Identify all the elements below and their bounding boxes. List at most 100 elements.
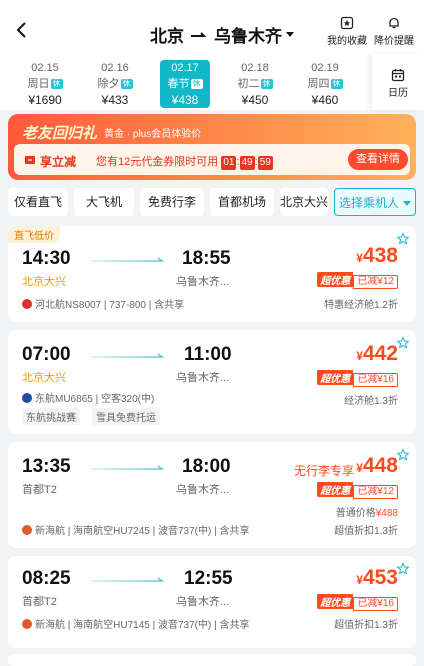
promo-subtitle: 黄金 · plus会员体验价 <box>104 129 202 140</box>
currency-symbol: ¥ <box>356 573 363 587</box>
super-discount-label: 超优惠 <box>317 482 354 497</box>
departure-airport: 首都T2 <box>22 484 57 496</box>
star-icon[interactable] <box>396 562 410 576</box>
bell-icon <box>389 17 399 29</box>
price-value: 442 <box>362 342 398 365</box>
date-tab-0218[interactable]: 02.18 初二休 ¥450 <box>230 60 280 108</box>
airline-info: 东航MU6865 | 空客320(中) <box>22 390 154 405</box>
holiday-badge: 休 <box>330 79 343 89</box>
holiday-badge: 休 <box>120 79 133 89</box>
flight-price: ¥448 <box>356 454 398 478</box>
arrival-airport: 乌鲁木齐... <box>176 596 230 608</box>
currency-symbol: ¥ <box>356 349 363 363</box>
departure-time: 08:25 <box>22 568 71 589</box>
coupon-desc: 您有12元代金券限时可用 <box>96 156 219 168</box>
regular-price-value: ¥488 <box>375 508 398 519</box>
currency-symbol: ¥ <box>356 461 363 475</box>
date-label: 02.17 <box>171 62 199 74</box>
weekday-label: 初二 <box>237 78 260 90</box>
cabin-class: 超值折扣1.3折 <box>334 526 398 537</box>
view-details-button[interactable]: 查看详情 <box>348 149 408 170</box>
flight-card[interactable]: 07:00 北京大兴 11:00 乌鲁木齐... ¥442 超优惠 已减¥16 东… <box>8 330 416 434</box>
departure-airport: 首都T2 <box>22 596 57 608</box>
filter-daxing[interactable]: 北京大兴 <box>280 188 328 216</box>
date-price: ¥450 <box>241 93 269 107</box>
star-icon[interactable] <box>396 448 410 462</box>
coupon-icon <box>25 156 35 164</box>
arrival-time: 12:55 <box>184 568 233 589</box>
arrival-time: 18:00 <box>182 456 231 477</box>
arrival-airport: 乌鲁木齐... <box>176 372 230 384</box>
currency-symbol: ¥ <box>356 251 363 265</box>
calendar-button[interactable]: 日历 <box>372 54 424 110</box>
flight-card[interactable]: 13:35 首都T2 18:00 乌鲁木齐... 无行李专享 ¥448 超优惠已… <box>8 442 416 548</box>
countdown-hours: 01 <box>221 156 237 170</box>
date-price: ¥433 <box>101 93 129 107</box>
date-label: 02.18 <box>241 62 269 74</box>
date-tab-0215[interactable]: 02.15 周日休 ¥1690 <box>20 60 70 108</box>
airline-text: 新海航 | 海南航空HU7145 | 波音737(中) | 含共享 <box>35 620 250 631</box>
calendar-icon <box>391 69 405 82</box>
airline-info: 新海航 | 海南航空HU7245 | 波音737(中) | 含共享 <box>22 522 250 537</box>
promo-tag: 雪具免费托运 <box>92 408 160 425</box>
arrival-time: 18:55 <box>182 248 231 269</box>
weekday-label: 春节 <box>167 78 190 90</box>
holiday-badge: 休 <box>260 79 273 89</box>
date-label: 02.19 <box>311 62 339 74</box>
filter-bar: 仅看直飞 大飞机 免费行李 首都机场 北京大兴 选择乘机人 <box>0 186 424 222</box>
flight-card-partial[interactable] <box>8 654 416 666</box>
date-tab-0217-selected[interactable]: 02.17 春节休 ¥438 <box>160 60 210 108</box>
airline-text: 东航MU6865 | 空客320(中) <box>35 394 155 405</box>
cabin-class: 特惠经济舱1.2折 <box>324 300 398 311</box>
cabin-class: 经济舱1.3折 <box>344 396 398 407</box>
star-icon[interactable] <box>396 336 410 350</box>
regular-price-label: 普通价格 <box>335 508 376 519</box>
route-title[interactable]: 北京 乌鲁木齐 <box>150 22 294 47</box>
price-value: 438 <box>362 244 398 267</box>
select-passenger-button[interactable]: 选择乘机人 <box>334 188 416 216</box>
regular-price: 普通价格¥488 <box>336 504 398 519</box>
price-alert-label: 降价提醒 <box>374 36 414 47</box>
favorites-button[interactable]: 我的收藏 <box>327 16 367 47</box>
direct-low-price-tag: 直飞低价 <box>8 226 60 243</box>
filter-capital-airport[interactable]: 首都机场 <box>210 188 274 216</box>
coupon-label: 享立减 <box>40 155 77 169</box>
discount-badge: 超优惠 已减¥12 <box>317 272 398 289</box>
flight-line-arrow <box>90 465 164 470</box>
filter-free-baggage[interactable]: 免费行李 <box>140 188 204 216</box>
flight-price: ¥442 <box>356 342 398 366</box>
discount-badge: 超优惠 已减¥12 <box>317 482 398 499</box>
airline-info: 新海航 | 海南航空HU7145 | 波音737(中) | 含共享 <box>22 616 250 631</box>
flight-price: ¥453 <box>356 566 398 590</box>
from-city: 北京 <box>150 27 184 46</box>
arrival-time: 11:00 <box>184 344 232 365</box>
promo-banner[interactable]: 老友回归礼 黄金 · plus会员体验价 享立减 您有12元代金券限时可用 01… <box>8 114 416 180</box>
select-passenger-label: 选择乘机人 <box>338 196 399 210</box>
departure-time: 13:35 <box>22 456 71 477</box>
super-discount-label: 超优惠 <box>317 272 354 287</box>
airline-logo-icon <box>22 393 32 403</box>
super-discount-label: 超优惠 <box>317 370 354 385</box>
airline-logo-icon <box>22 299 32 309</box>
discount-amount: 已减¥12 <box>353 275 398 289</box>
date-tab-0219[interactable]: 02.19 周四休 ¥460 <box>300 60 350 108</box>
flight-card[interactable]: 08:25 首都T2 12:55 乌鲁木齐... ¥453 超优惠 已减¥16 新… <box>8 556 416 648</box>
date-tab-0216[interactable]: 02.16 除夕休 ¥433 <box>90 60 140 108</box>
filter-direct-only[interactable]: 仅看直飞 <box>8 188 68 216</box>
discount-amount: 已减¥16 <box>353 373 398 387</box>
flight-card[interactable]: 直飞低价 14:30 北京大兴 18:55 乌鲁木齐... ¥438 超优惠 已减… <box>8 226 416 322</box>
airline-info: 河北航NS8007 | 737-800 | 含共享 <box>22 296 184 311</box>
departure-airport: 北京大兴 <box>22 276 66 288</box>
discount-badge: 超优惠 已减¥16 <box>317 370 398 387</box>
departure-time: 07:00 <box>22 344 71 365</box>
price-alert-button[interactable]: 降价提醒 <box>374 16 414 47</box>
back-arrow-icon[interactable] <box>12 20 32 40</box>
weekday-label: 周四 <box>307 78 330 90</box>
flight-price: ¥438 <box>356 244 398 268</box>
super-discount-label: 超优惠 <box>317 594 354 609</box>
holiday-badge: 休 <box>50 79 63 89</box>
airline-logo-icon <box>22 525 32 535</box>
star-icon[interactable] <box>396 232 410 246</box>
filter-large-plane[interactable]: 大飞机 <box>74 188 134 216</box>
promo-title: 老友回归礼 <box>22 125 98 142</box>
